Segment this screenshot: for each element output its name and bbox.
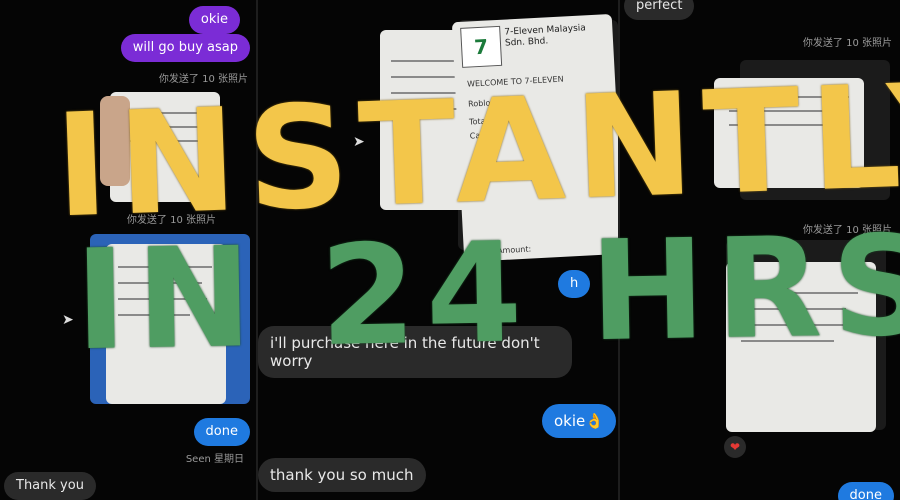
chat-panel-left: okie will go buy asap 你发送了 10 张照片 你发送了 1… <box>0 0 256 500</box>
receipt-photo[interactable]: 7 7-Eleven Malaysia Sdn. Bhd. WELCOME TO… <box>451 13 618 263</box>
seen-status: Seen 星期日 <box>185 454 244 465</box>
receipt-line: Cash <box>469 130 490 141</box>
message-bubble: done <box>193 418 250 446</box>
receipt-line: Total <box>468 116 488 127</box>
receipt-line: Total Amount: <box>475 244 532 257</box>
message-bubble: okie <box>188 6 240 34</box>
message-bubble: Thank you <box>4 472 96 500</box>
send-icon[interactable]: ➤ <box>353 134 365 150</box>
sent-photos-note: 你发送了 10 张照片 <box>802 225 892 236</box>
message-bubble: i'll purchase here in the future don't w… <box>258 326 572 378</box>
message-bubble: thank you so much <box>258 458 426 492</box>
message-bubble: perfect <box>624 0 695 20</box>
receipt-line: Roblox RM50 <box>467 96 521 109</box>
heart-reaction-icon[interactable]: ❤ <box>724 436 746 458</box>
receipt-line: WELCOME TO 7-ELEVEN <box>466 74 564 89</box>
receipt-store: 7-Eleven Malaysia Sdn. Bhd. <box>504 23 587 49</box>
sent-photos-note: 你发送了 10 张照片 <box>126 215 216 226</box>
send-icon[interactable]: ➤ <box>62 312 74 328</box>
message-bubble: h <box>558 270 591 298</box>
store-logo-icon: 7 <box>460 25 503 68</box>
photo-thumbnail[interactable] <box>714 78 864 188</box>
chat-panel-right: perfect 你发送了 10 张照片 你发送了 10 张照片 ❤ done <box>620 0 900 500</box>
chat-panel-middle: 7 7-Eleven Malaysia Sdn. Bhd. WELCOME TO… <box>258 0 618 500</box>
message-bubble: okie👌 <box>542 404 616 438</box>
photo-thumbnail[interactable] <box>726 262 876 432</box>
message-bubble: will go buy asap <box>120 34 250 62</box>
sent-photos-note: 你发送了 10 张照片 <box>802 38 892 49</box>
sent-photos-note: 你发送了 10 张照片 <box>158 74 248 85</box>
hand-image <box>100 96 130 186</box>
photo-thumbnail[interactable] <box>106 244 226 404</box>
message-bubble: done <box>837 482 894 500</box>
